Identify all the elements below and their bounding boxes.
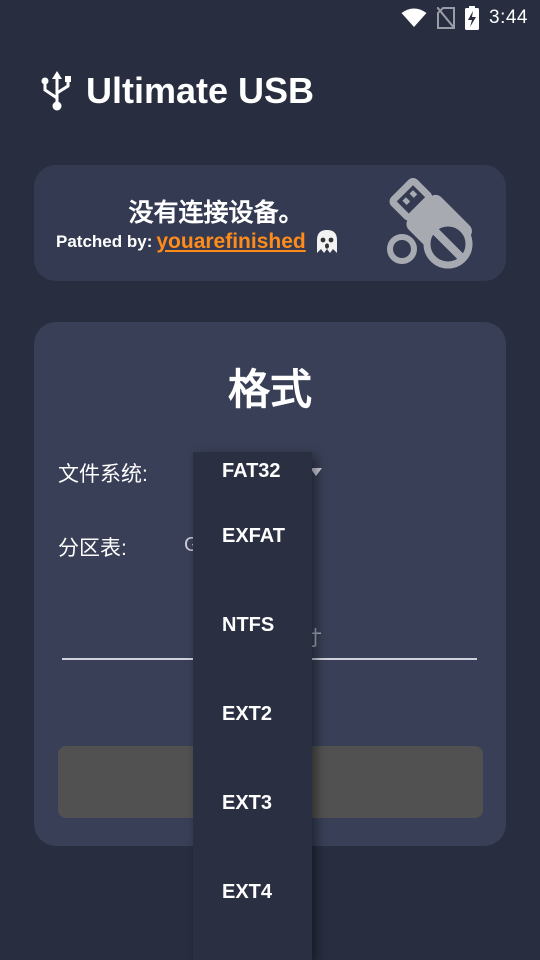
- app-header: Ultimate USB: [40, 70, 314, 112]
- usb-icon: [41, 71, 71, 111]
- status-icons: 3:44: [401, 6, 528, 30]
- patched-by-label: Patched by:: [56, 232, 153, 251]
- battery-charging-icon: [465, 6, 480, 30]
- format-title: 格式: [227, 366, 312, 413]
- dropdown-option-fat32[interactable]: FAT32: [193, 452, 312, 492]
- filesystem-dropdown-menu: FAT32 EXFAT NTFS EXT2 EXT3 EXT4: [193, 452, 312, 960]
- partition-table-label: 分区表:: [58, 537, 127, 560]
- dropdown-option-ntfs[interactable]: NTFS: [193, 581, 312, 670]
- dropdown-option-ext3[interactable]: EXT3: [193, 759, 312, 848]
- device-status-card: 没有连接设备。 Patched by: youarefinished: [34, 165, 506, 281]
- device-status-message: 没有连接设备。: [128, 199, 304, 227]
- patched-by-line: Patched by: youarefinished: [56, 229, 340, 255]
- no-sim-icon: [437, 7, 456, 29]
- wifi-icon: [401, 8, 427, 27]
- usb-disconnected-icon: [387, 177, 473, 269]
- app-title: Ultimate USB: [86, 70, 315, 111]
- ghost-icon: [316, 230, 337, 253]
- dropdown-option-exfat[interactable]: EXFAT: [193, 492, 312, 581]
- filesystem-label: 文件系统:: [58, 463, 148, 486]
- status-bar: 3:44: [0, 0, 540, 36]
- dropdown-option-ext2[interactable]: EXT2: [193, 670, 312, 759]
- dropdown-option-ext4[interactable]: EXT4: [193, 848, 312, 937]
- patched-author-link[interactable]: youarefinished: [156, 230, 305, 254]
- clock: 3:44: [489, 7, 528, 28]
